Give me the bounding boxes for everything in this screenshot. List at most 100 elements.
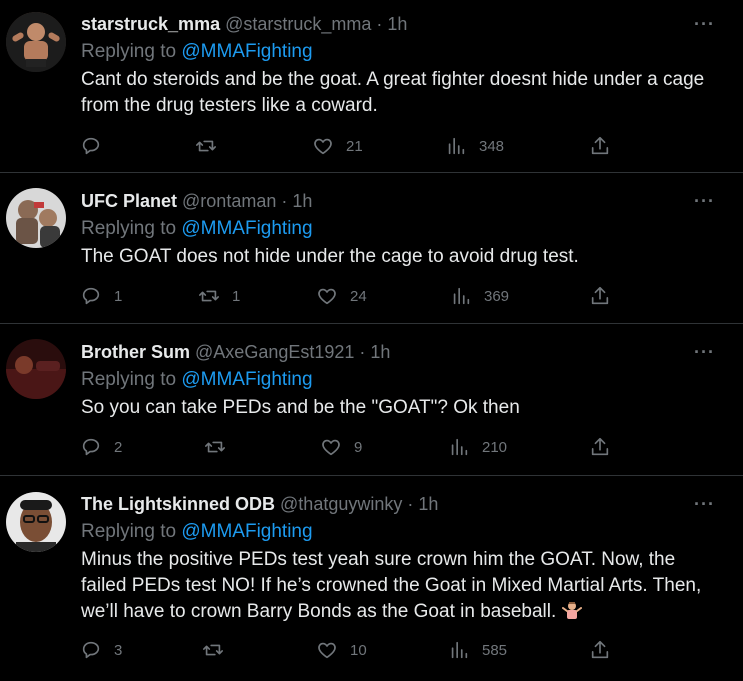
replying-to: Replying to @MMAFighting	[81, 218, 313, 240]
share-button[interactable]	[589, 285, 611, 307]
like-icon	[322, 439, 340, 456]
handle-time[interactable]: @thatguywinky · 1h	[280, 494, 438, 514]
reply-icon	[82, 137, 100, 155]
tweet[interactable]: UFC Planet @rontaman · 1h ··· Replying t…	[0, 173, 743, 324]
views-icon	[451, 438, 468, 456]
replying-to-label: Replying to	[81, 521, 182, 542]
retweet-count: 1	[232, 287, 241, 305]
tweet-text: Minus the positive PEDs test yeah sure c…	[81, 547, 726, 625]
action-bar: 3 10 585	[80, 639, 640, 663]
reply-count: 3	[114, 641, 123, 659]
retweet-icon	[196, 140, 216, 152]
replying-to-label: Replying to	[81, 218, 182, 239]
views-count: 369	[484, 287, 510, 305]
avatar[interactable]	[6, 339, 66, 399]
display-name[interactable]: UFC Planet	[81, 191, 177, 211]
more-icon[interactable]: ···	[694, 14, 715, 35]
reply-button[interactable]: 1	[80, 285, 122, 307]
person-shrugging-emoji	[561, 602, 582, 619]
tweet-text-line-with-emoji: we’ll have to crown Barry Bonds as the G…	[81, 599, 726, 625]
tweet-text-line: Cant do steroids and be the goat. A grea…	[81, 69, 705, 90]
views-button[interactable]: 210	[448, 436, 507, 458]
handle-time[interactable]: @rontaman · 1h	[182, 191, 312, 211]
like-count: 21	[346, 137, 363, 155]
like-count: 10	[350, 641, 367, 659]
like-count: 9	[354, 438, 363, 456]
tweet[interactable]: Brother Sum @AxeGangEst1921 · 1h ··· Rep…	[0, 324, 743, 476]
tweet-header: starstruck_mma @starstruck_mma · 1h	[81, 14, 407, 35]
display-name[interactable]: starstruck_mma	[81, 14, 220, 34]
mention-link[interactable]: @MMAFighting	[181, 41, 312, 62]
retweet-icon	[199, 290, 219, 302]
like-button[interactable]: 9	[320, 436, 362, 458]
reply-icon	[82, 438, 100, 456]
more-icon[interactable]: ···	[694, 494, 715, 515]
retweet-button[interactable]: 1	[198, 285, 240, 307]
more-icon[interactable]: ···	[694, 191, 715, 212]
tweet-text-line: So you can take PEDs and be the "GOAT"? …	[81, 397, 520, 418]
views-count: 210	[482, 438, 508, 456]
reply-button[interactable]: 2	[80, 436, 122, 458]
mention-link[interactable]: @MMAFighting	[181, 369, 312, 390]
tweet-text: The GOAT does not hide under the cage to…	[81, 244, 726, 270]
like-count: 24	[350, 287, 367, 305]
like-icon	[318, 642, 336, 659]
reply-button[interactable]	[80, 135, 114, 157]
handle-time[interactable]: @AxeGangEst1921 · 1h	[195, 342, 390, 362]
avatar-image	[6, 188, 66, 248]
action-bar: 1 1 24 369	[80, 285, 640, 309]
views-icon	[453, 287, 470, 305]
handle-time[interactable]: @starstruck_mma · 1h	[225, 14, 407, 34]
like-button[interactable]: 21	[312, 135, 363, 157]
replying-to: Replying to @MMAFighting	[81, 41, 313, 63]
reply-icon	[82, 641, 100, 659]
views-button[interactable]: 348	[445, 135, 504, 157]
like-button[interactable]: 24	[316, 285, 367, 307]
retweet-button[interactable]	[204, 436, 238, 458]
share-icon	[591, 286, 609, 305]
tweet-text-line: Minus the positive PEDs test yeah sure c…	[81, 549, 676, 570]
retweet-button[interactable]	[202, 639, 236, 661]
tweet-text: So you can take PEDs and be the "GOAT"? …	[81, 395, 726, 421]
views-icon	[451, 641, 468, 659]
like-icon	[314, 138, 332, 155]
tweet-text: Cant do steroids and be the goat. A grea…	[81, 67, 726, 119]
avatar[interactable]	[6, 492, 66, 552]
share-button[interactable]	[589, 436, 611, 458]
tweet-text-line: The GOAT does not hide under the cage to…	[81, 246, 579, 267]
retweet-button[interactable]	[195, 135, 229, 157]
tweet-text-line: we’ll have to crown Barry Bonds as the G…	[81, 601, 562, 622]
share-button[interactable]	[589, 639, 611, 661]
retweet-icon	[203, 644, 223, 656]
views-button[interactable]: 369	[450, 285, 509, 307]
reply-icon	[82, 287, 100, 305]
action-bar: 21 348	[80, 135, 640, 159]
replying-to-label: Replying to	[81, 41, 182, 62]
replying-to: Replying to @MMAFighting	[81, 521, 313, 543]
tweet[interactable]: starstruck_mma @starstruck_mma · 1h ··· …	[0, 0, 743, 173]
avatar[interactable]	[6, 12, 66, 72]
mention-link[interactable]: @MMAFighting	[181, 218, 312, 239]
replying-to-label: Replying to	[81, 369, 182, 390]
share-button[interactable]	[589, 135, 611, 157]
like-icon	[318, 288, 336, 305]
avatar[interactable]	[6, 188, 66, 248]
like-button[interactable]: 10	[316, 639, 367, 661]
tweet-text-line: failed PEDs test NO! If he’s crowned the…	[81, 575, 702, 596]
display-name[interactable]: The Lightskinned ODB	[81, 494, 275, 514]
mention-link[interactable]: @MMAFighting	[181, 521, 312, 542]
views-button[interactable]: 585	[448, 639, 507, 661]
more-icon[interactable]: ···	[694, 342, 715, 363]
share-icon	[591, 437, 609, 456]
tweet[interactable]: The Lightskinned ODB @thatguywinky · 1h …	[0, 476, 743, 681]
share-icon	[591, 136, 609, 155]
tweet-text-line: from the drug testers like a coward.	[81, 95, 378, 116]
reply-count: 1	[114, 287, 123, 305]
avatar-image	[6, 12, 66, 72]
share-icon	[591, 640, 609, 659]
reply-button[interactable]: 3	[80, 639, 122, 661]
avatar-image	[6, 492, 66, 552]
reply-count: 2	[114, 438, 123, 456]
views-count: 348	[479, 137, 505, 155]
display-name[interactable]: Brother Sum	[81, 342, 190, 362]
